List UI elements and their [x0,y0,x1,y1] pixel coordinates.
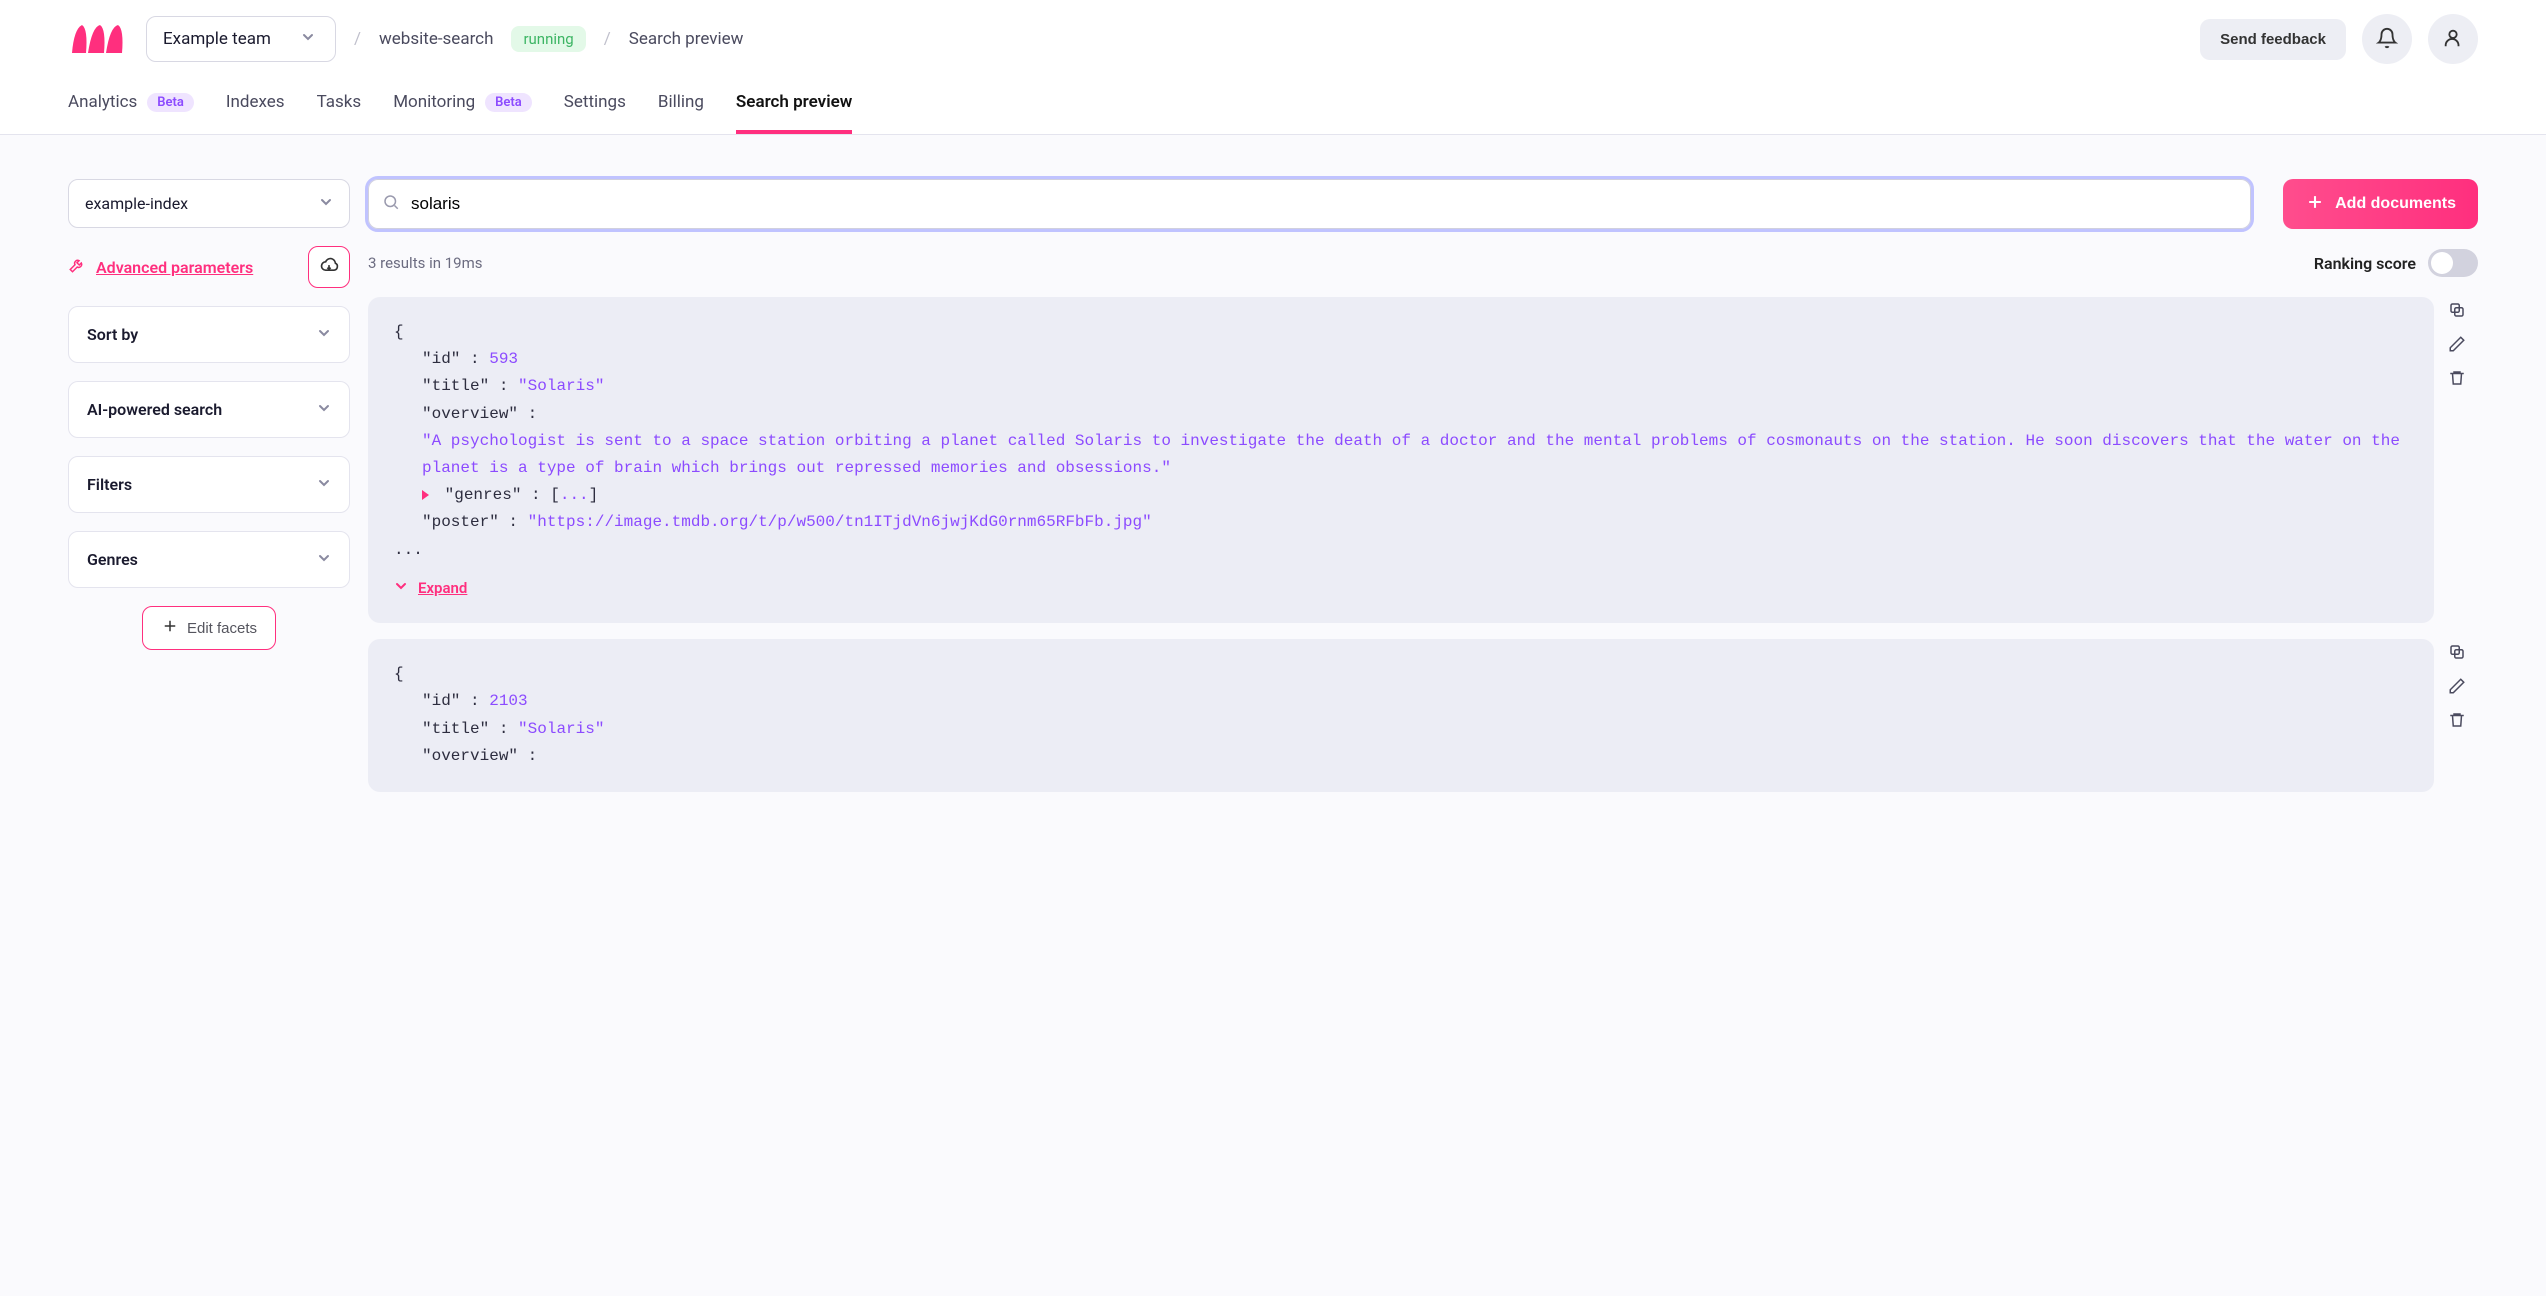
tab-analytics[interactable]: Analytics Beta [68,92,194,134]
breadcrumb-sep: / [354,29,361,49]
wrench-icon [68,256,86,278]
results-count: 3 results in 19ms [368,254,483,272]
tab-search-preview[interactable]: Search preview [736,92,852,134]
result-row: { "id" : 2103 "title" : "Solaris" "overv… [368,639,2478,792]
result-overview: "A psychologist is sent to a space stati… [422,432,2400,477]
export-button[interactable] [308,246,350,288]
bell-icon [2376,27,2398,52]
result-id: 2103 [489,692,527,710]
tab-settings[interactable]: Settings [564,92,626,134]
panel-filters[interactable]: Filters [68,456,350,513]
ranking-label: Ranking score [2314,254,2416,273]
index-name: example-index [85,194,188,213]
user-icon [2442,27,2464,52]
team-select[interactable]: Example team [146,16,336,62]
add-documents-button[interactable]: Add documents [2283,179,2478,229]
meta-row: 3 results in 19ms Ranking score [368,249,2478,277]
chevron-down-icon [317,475,331,494]
result-actions [2448,297,2478,623]
advanced-row: Advanced parameters [68,246,350,288]
tabs: Analytics Beta Indexes Tasks Monitoring … [68,92,2478,134]
ranking-toggle-wrap: Ranking score [2314,249,2478,277]
tab-indexes[interactable]: Indexes [226,92,285,134]
header-right: Send feedback [2200,14,2478,64]
top-header: Example team / website-search running / … [0,0,2546,134]
beta-pill: Beta [485,93,532,112]
plus-icon [161,617,179,639]
team-name: Example team [163,29,271,49]
header-row: Example team / website-search running / … [68,14,2478,64]
sidebar: example-index Advanced parameters Sort b… [68,179,350,650]
result-poster: "https://image.tmdb.org/t/p/w500/tn1ITjd… [528,513,1152,531]
logo[interactable] [68,21,128,57]
account-button[interactable] [2428,14,2478,64]
edit-facets-button[interactable]: Edit facets [142,606,276,650]
search-row: Add documents [368,179,2478,229]
tab-billing[interactable]: Billing [658,92,704,134]
panel-sort-by[interactable]: Sort by [68,306,350,363]
panel-ai-search[interactable]: AI-powered search [68,381,350,438]
ranking-toggle[interactable] [2428,249,2478,277]
copy-button[interactable] [2448,301,2478,323]
chevron-down-icon [317,325,331,344]
result-card: { "id" : 593 "title" : "Solaris" "overvi… [368,297,2434,623]
expand-button[interactable]: Expand [394,576,2408,602]
edit-button[interactable] [2448,335,2478,357]
delete-button[interactable] [2448,711,2478,733]
delete-button[interactable] [2448,369,2478,391]
beta-pill: Beta [147,93,194,112]
breadcrumb-project[interactable]: website-search [379,29,493,49]
search-input[interactable] [368,179,2251,229]
search-wrap [368,179,2251,229]
result-id: 593 [489,350,518,368]
content: Add documents 3 results in 19ms Ranking … [368,179,2478,808]
result-row: { "id" : 593 "title" : "Solaris" "overvi… [368,297,2478,623]
send-feedback-button[interactable]: Send feedback [2200,19,2346,60]
chevron-down-icon [394,576,408,602]
caret-right-icon[interactable] [422,490,429,500]
tab-monitoring[interactable]: Monitoring Beta [393,92,532,134]
main: example-index Advanced parameters Sort b… [0,135,2546,852]
chevron-down-icon [317,550,331,569]
notifications-button[interactable] [2362,14,2412,64]
result-actions [2448,639,2478,792]
chevron-down-icon [301,29,315,49]
cloud-download-icon [319,256,339,279]
tab-tasks[interactable]: Tasks [317,92,362,134]
edit-button[interactable] [2448,677,2478,699]
advanced-parameters-link[interactable]: Advanced parameters [68,256,253,278]
copy-button[interactable] [2448,643,2478,665]
search-icon [382,193,400,215]
plus-icon [2305,192,2325,217]
result-title: "Solaris" [518,377,604,395]
result-title: "Solaris" [518,720,604,738]
index-select[interactable]: example-index [68,179,350,228]
breadcrumb: / website-search running / Search previe… [354,26,743,52]
panel-genres[interactable]: Genres [68,531,350,588]
result-card: { "id" : 2103 "title" : "Solaris" "overv… [368,639,2434,792]
breadcrumb-sep: / [604,29,611,49]
chevron-down-icon [319,194,333,213]
chevron-down-icon [317,400,331,419]
status-badge: running [511,26,585,52]
breadcrumb-page: Search preview [629,29,744,49]
